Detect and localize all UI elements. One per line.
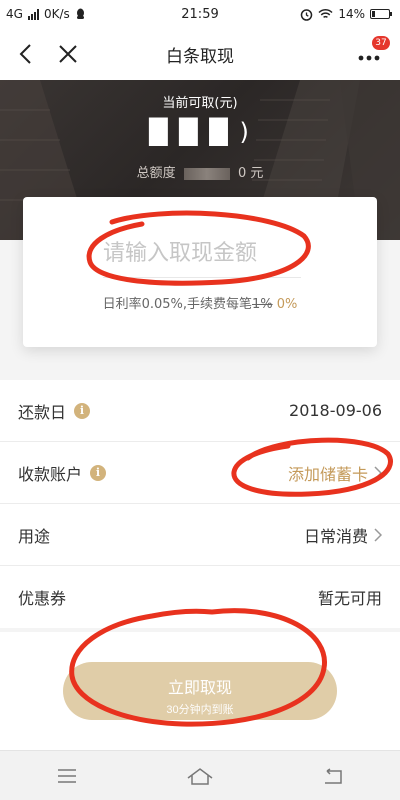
- chevron-right-icon: [374, 527, 382, 542]
- total-limit-label: 总额度: [136, 166, 176, 181]
- status-left: 4G 0K/s: [6, 7, 86, 21]
- status-time: 21:59: [181, 6, 219, 22]
- masked-total: [183, 167, 230, 180]
- new-fee: 0%: [276, 297, 298, 312]
- repayment-date-value: 2018-09-06: [289, 401, 382, 420]
- close-icon[interactable]: [56, 42, 80, 66]
- row-receiving-account[interactable]: 收款账户 i 添加储蓄卡: [0, 442, 400, 504]
- system-nav-bar: [0, 750, 400, 800]
- purpose-value[interactable]: 日常消费: [304, 523, 382, 547]
- signal-icon: [27, 8, 39, 20]
- qq-icon: [76, 8, 84, 19]
- rate-text: 日利率0.05%,手续费每笔: [102, 297, 253, 312]
- alarm-icon: [301, 8, 313, 21]
- page-title: 白条取现: [166, 46, 234, 67]
- submit-area: 立即取现 30分钟内到账: [0, 632, 400, 750]
- home-icon: [187, 767, 213, 785]
- available-amount: █ █ █ ): [149, 118, 251, 146]
- rate-info: 日利率0.05%,手续费每笔1% 0%: [23, 293, 377, 312]
- row-label: 收款账户: [18, 464, 83, 484]
- row-label: 用途: [18, 526, 51, 546]
- coupon-value: 暂无可用: [317, 589, 382, 608]
- info-icon[interactable]: i: [74, 402, 91, 419]
- battery-icon: [370, 9, 392, 19]
- row-repayment-date: 还款日 i 2018-09-06: [0, 380, 400, 442]
- status-right: 14%: [300, 7, 392, 21]
- status-bar: 4G 0K/s 21:59 14%: [0, 0, 400, 28]
- submit-subtitle: 30分钟内到账: [166, 704, 234, 716]
- chevron-right-icon: [374, 465, 382, 480]
- row-coupon: 优惠券 暂无可用: [0, 566, 400, 628]
- network-speed: 0K/s: [43, 7, 70, 21]
- nav-bar: 白条取现 37: [0, 28, 400, 80]
- withdraw-card: 日利率0.05%,手续费每笔1% 0%: [23, 197, 377, 347]
- return-icon: [325, 767, 343, 784]
- menu-icon: [57, 768, 76, 783]
- withdraw-now-button[interactable]: 立即取现 30分钟内到账: [63, 662, 337, 720]
- withdraw-details: 还款日 i 2018-09-06 收款账户 i 添加储蓄卡 用途 日常消费 优惠券 …: [0, 380, 400, 628]
- row-purpose[interactable]: 用途 日常消费: [0, 504, 400, 566]
- menu-button[interactable]: [47, 761, 87, 791]
- add-debit-card-link[interactable]: 添加储蓄卡: [288, 461, 382, 485]
- total-limit: 总额度 0 元: [0, 162, 400, 181]
- network-type: 4G: [6, 7, 23, 21]
- info-icon[interactable]: i: [90, 464, 107, 481]
- battery-percent: 14%: [338, 7, 365, 21]
- notification-badge: 37: [372, 36, 390, 50]
- withdraw-amount-input[interactable]: [103, 233, 303, 273]
- home-button[interactable]: [180, 761, 220, 791]
- back-system-button[interactable]: [313, 761, 353, 791]
- row-label: 还款日: [18, 402, 67, 422]
- input-underline: [103, 277, 301, 278]
- back-icon[interactable]: [16, 42, 38, 66]
- row-label: 优惠券: [18, 589, 67, 608]
- submit-title: 立即取现: [167, 680, 232, 697]
- wifi-icon: [318, 8, 333, 19]
- total-limit-value: 0 元: [237, 166, 264, 181]
- old-fee: 1%: [252, 297, 273, 312]
- available-label: 当前可取(元): [162, 96, 238, 111]
